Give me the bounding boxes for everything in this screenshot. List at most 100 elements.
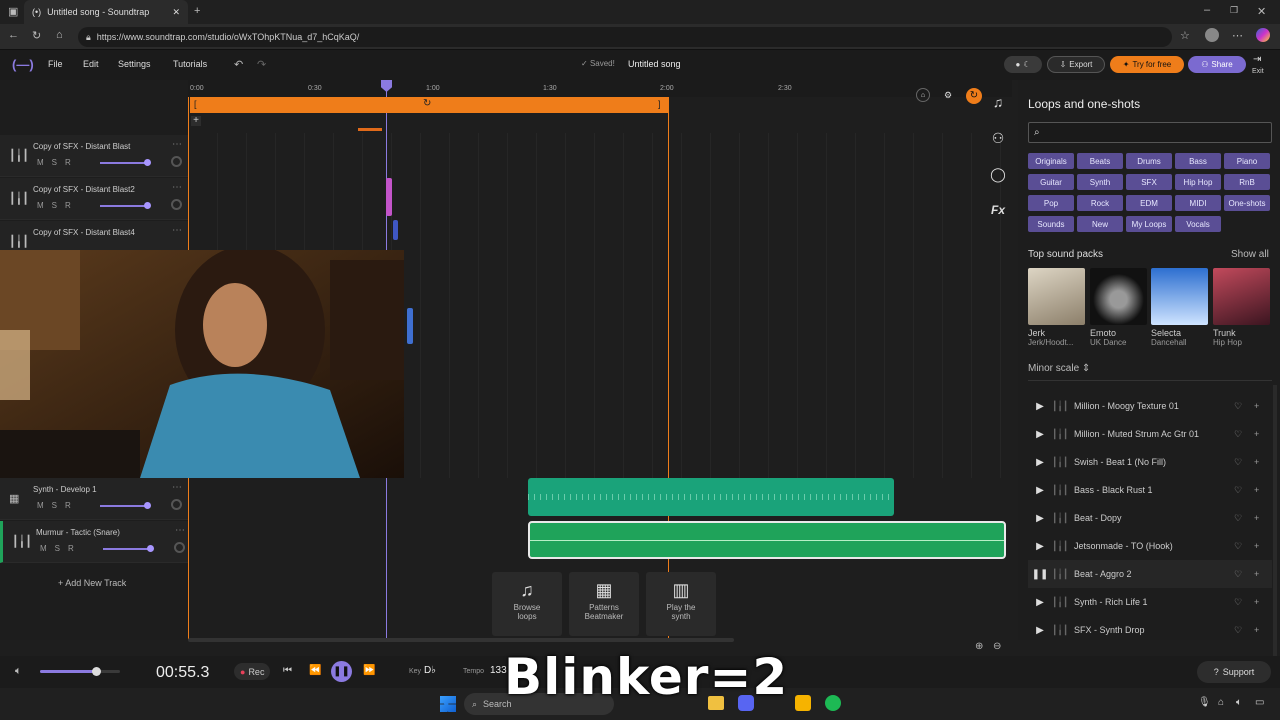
- volume-slider[interactable]: [100, 505, 150, 507]
- chat-icon[interactable]: ◯: [984, 160, 1012, 188]
- tab-actions-icon[interactable]: ▣: [8, 5, 18, 18]
- pan-dial[interactable]: [171, 156, 182, 167]
- filter-chip[interactable]: New: [1077, 216, 1123, 232]
- zoom-out-icon[interactable]: ⊖: [993, 641, 1001, 652]
- add-loop-icon[interactable]: +: [1254, 457, 1272, 467]
- favorite-heart-icon[interactable]: ♡: [1234, 541, 1254, 552]
- play-icon[interactable]: ▶: [1028, 625, 1052, 636]
- more-icon[interactable]: ⋯: [1232, 29, 1243, 42]
- skip-start-icon[interactable]: ⏮: [283, 665, 292, 676]
- browse-loops-button[interactable]: ♫ Browse loops: [492, 572, 562, 636]
- reload-icon[interactable]: ↻: [32, 29, 41, 42]
- mute-button[interactable]: M: [37, 201, 44, 210]
- key-value[interactable]: D♭: [424, 665, 436, 676]
- add-loop-icon[interactable]: +: [1254, 597, 1272, 607]
- track-more-icon[interactable]: ⋯: [172, 139, 182, 150]
- master-volume-slider[interactable]: [40, 667, 120, 676]
- collaborators-icon[interactable]: ⚇: [984, 124, 1012, 152]
- favorites-icon[interactable]: ☆: [1180, 29, 1190, 42]
- volume-tray-icon[interactable]: 🔈︎: [1236, 697, 1242, 708]
- solo-button[interactable]: S: [52, 201, 57, 210]
- favorite-heart-icon[interactable]: ♡: [1234, 429, 1254, 440]
- sound-pack-card[interactable]: Emoto UK Dance: [1090, 268, 1147, 347]
- clip-blast2[interactable]: [386, 178, 392, 216]
- menu-edit[interactable]: Edit: [83, 59, 99, 69]
- minimize-icon[interactable]: –: [1204, 4, 1210, 16]
- favorite-heart-icon[interactable]: ♡: [1234, 569, 1254, 580]
- record-arm-button[interactable]: R: [68, 544, 74, 553]
- master-volume-knob[interactable]: [92, 667, 101, 676]
- track-row-selected[interactable]: ┃╽┃ Murmur - Tactic (Snare) MSR ⋯: [0, 521, 188, 563]
- solo-button[interactable]: S: [55, 544, 60, 553]
- filter-chip[interactable]: Rock: [1077, 195, 1123, 211]
- loop-name[interactable]: Million - Muted Strum Ac Gtr 01: [1074, 429, 1234, 439]
- record-arm-button[interactable]: R: [65, 158, 71, 167]
- loop-end-icon[interactable]: ]: [658, 99, 661, 109]
- metronome-icon[interactable]: ⌂: [916, 88, 930, 102]
- mute-button[interactable]: M: [37, 158, 44, 167]
- play-synth-button[interactable]: ▥ Play the synth: [646, 572, 716, 636]
- filter-chip[interactable]: My Loops: [1126, 216, 1172, 232]
- filter-chip[interactable]: Guitar: [1028, 174, 1074, 190]
- loop-name[interactable]: Million - Moogy Texture 01: [1074, 401, 1234, 411]
- horizontal-scrollbar[interactable]: [188, 638, 734, 642]
- back-icon[interactable]: ←: [8, 29, 19, 41]
- track-row[interactable]: ┃╽┃ Copy of SFX - Distant Blast MSR ⋯: [0, 135, 188, 177]
- play-icon[interactable]: ▶: [1028, 401, 1052, 412]
- browser-tab[interactable]: (•) Untitled song - Soundtrap ✕: [24, 0, 188, 24]
- start-icon[interactable]: [440, 696, 456, 712]
- new-tab-icon[interactable]: +: [194, 5, 200, 17]
- solo-button[interactable]: S: [52, 158, 57, 167]
- track-name[interactable]: Murmur - Tactic (Snare): [36, 528, 120, 537]
- filter-chip[interactable]: MIDI: [1175, 195, 1221, 211]
- pan-dial[interactable]: [174, 542, 185, 553]
- filter-chip[interactable]: Bass: [1175, 153, 1221, 169]
- filter-chip[interactable]: Vocals: [1175, 216, 1221, 232]
- record-arm-button[interactable]: R: [65, 501, 71, 510]
- fast-forward-icon[interactable]: ⏩: [363, 665, 375, 676]
- battery-icon[interactable]: ▭: [1255, 697, 1264, 708]
- filter-chip[interactable]: SFX: [1126, 174, 1172, 190]
- solo-button[interactable]: S: [52, 501, 57, 510]
- close-window-icon[interactable]: ✕: [1257, 5, 1266, 18]
- menu-tutorials[interactable]: Tutorials: [173, 59, 207, 69]
- loop-row[interactable]: ▶ ┃╽┃ Synth - Rich Life 1 ♡ +: [1028, 588, 1272, 616]
- mute-button[interactable]: M: [40, 544, 47, 553]
- loop-name[interactable]: Jetsonmade - TO (Hook): [1074, 541, 1234, 551]
- track-more-icon[interactable]: ⋯: [172, 182, 182, 193]
- loop-row[interactable]: ▶ ┃╽┃ SFX - Synth Drop ♡ +: [1028, 616, 1272, 644]
- speaker-icon[interactable]: 🔈︎: [15, 665, 22, 678]
- record-arm-button[interactable]: R: [65, 201, 71, 210]
- loop-toggle-icon[interactable]: ↻: [966, 88, 982, 104]
- redo-icon[interactable]: ↷: [257, 58, 266, 71]
- filter-chip[interactable]: EDM: [1126, 195, 1172, 211]
- microphone-icon[interactable]: 🎙︎: [1198, 697, 1211, 708]
- exit-icon[interactable]: ⇥: [1253, 54, 1261, 65]
- filter-chip[interactable]: Beats: [1077, 153, 1123, 169]
- clip-blue[interactable]: [407, 308, 413, 344]
- add-marker-icon[interactable]: +: [191, 116, 201, 126]
- scale-filter[interactable]: Minor scale ⇕: [1028, 363, 1090, 374]
- track-name[interactable]: Copy of SFX - Distant Blast2: [33, 185, 135, 194]
- favorite-heart-icon[interactable]: ♡: [1234, 401, 1254, 412]
- clip-synth-develop[interactable]: [528, 478, 894, 516]
- filter-chip[interactable]: Originals: [1028, 153, 1074, 169]
- favorite-heart-icon[interactable]: ♡: [1234, 513, 1254, 524]
- play-icon[interactable]: ▶: [1028, 513, 1052, 524]
- clip-murmur-snare[interactable]: [528, 521, 1006, 559]
- home-icon[interactable]: ⌂: [56, 29, 63, 41]
- soundtrap-logo-icon[interactable]: (—): [12, 57, 34, 72]
- export-button[interactable]: ⇩ Export: [1047, 56, 1105, 73]
- loop-row[interactable]: ▶ ┃╽┃ Bass - Black Rust 1 ♡ +: [1028, 476, 1272, 504]
- record-button[interactable]: ● Rec: [234, 663, 270, 680]
- favorite-heart-icon[interactable]: ♡: [1234, 457, 1254, 468]
- add-loop-icon[interactable]: +: [1254, 625, 1272, 635]
- play-icon[interactable]: ▶: [1028, 429, 1052, 440]
- add-loop-icon[interactable]: +: [1254, 485, 1272, 495]
- clip-blast4[interactable]: [393, 220, 398, 240]
- pause-button[interactable]: ❚❚: [331, 661, 352, 682]
- menu-settings[interactable]: Settings: [118, 59, 151, 69]
- add-track-button[interactable]: + Add New Track: [58, 578, 126, 588]
- volume-slider[interactable]: [100, 205, 150, 207]
- play-icon[interactable]: ▶: [1028, 457, 1052, 468]
